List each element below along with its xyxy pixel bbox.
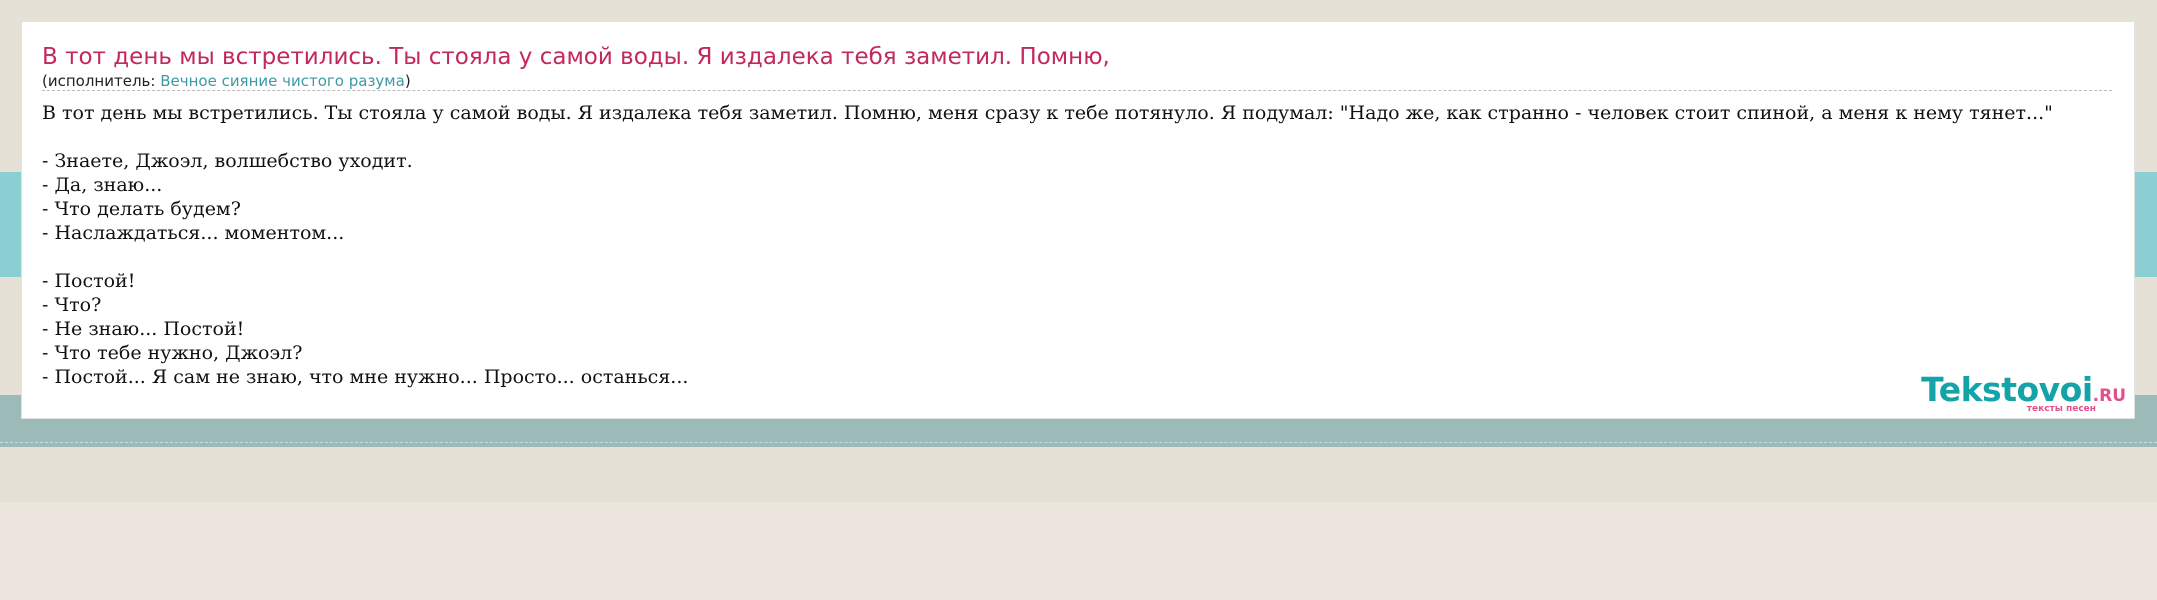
lyrics-text: В тот день мы встретились. Ты стояла у с…: [42, 101, 2053, 389]
background-stitch-line: [0, 442, 2157, 443]
performer-link[interactable]: Вечное сияние чистого разума: [160, 72, 405, 90]
song-title: В тот день мы встретились. Ты стояла у с…: [42, 44, 1110, 70]
logo-domain-text: .RU: [2092, 386, 2126, 406]
stanza-gap: [42, 245, 2053, 269]
lyrics-line: - Постой!: [42, 270, 136, 292]
performer-prefix: (исполнитель:: [42, 72, 161, 90]
lyrics-line: - Что тебе нужно, Джоэл?: [42, 342, 303, 364]
lyrics-line: - Что делать будем?: [42, 198, 241, 220]
lyrics-line: - Не знаю... Постой!: [42, 318, 245, 340]
stanza-gap: [42, 125, 2053, 149]
performer-suffix: ): [404, 72, 411, 90]
lyrics-line: - Да, знаю...: [42, 174, 163, 196]
lyrics-line: - Знаете, Джоэл, волшебство уходит.: [42, 150, 413, 172]
background-bottom-band: [0, 502, 2157, 600]
background-lower-band: [0, 447, 2157, 502]
lyrics-intro: В тот день мы встретились. Ты стояла у с…: [42, 102, 2053, 124]
lyrics-line: - Постой... Я сам не знаю, что мне нужно…: [42, 366, 689, 388]
site-logo[interactable]: Tekstovoi.RU тексты песен: [1921, 373, 2126, 415]
performer-line: (исполнитель: Вечное сияние чистого разу…: [42, 72, 2112, 91]
lyrics-line: - Что?: [42, 294, 102, 316]
lyrics-line: - Наслаждаться... моментом...: [42, 222, 345, 244]
lyrics-card: В тот день мы встретились. Ты стояла у с…: [21, 21, 2135, 419]
logo-tagline: тексты песен: [2026, 404, 2096, 414]
